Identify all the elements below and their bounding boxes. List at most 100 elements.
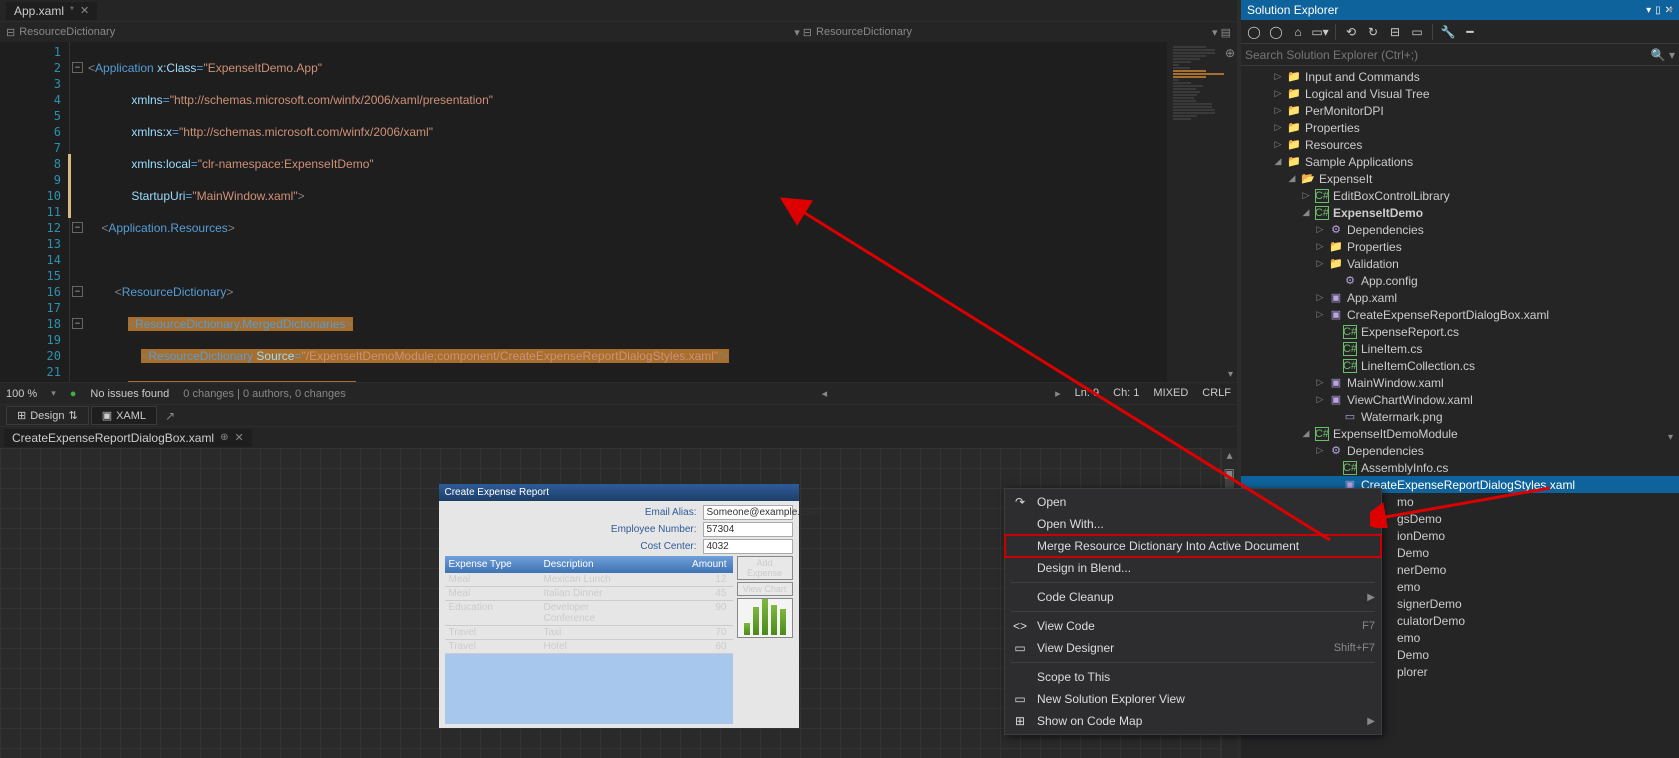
ctx-merge-resource-dictionary[interactable]: Merge Resource Dictionary Into Active Do…	[1005, 535, 1381, 557]
changes-label[interactable]: 0 changes | 0 authors, 0 changes	[183, 388, 345, 400]
tree-item[interactable]: C#LineItemCollection.cs	[1241, 357, 1679, 374]
collapse-icon[interactable]: ⊟	[1386, 23, 1404, 41]
issues-label[interactable]: No issues found	[90, 388, 169, 400]
search-input[interactable]	[1245, 48, 1651, 62]
tree-item[interactable]: ▷⚙Dependencies	[1241, 221, 1679, 238]
solution-search[interactable]: 🔍 ▾	[1241, 44, 1679, 66]
code-content[interactable]: −<Application x:Class="ExpenseItDemo.App…	[70, 42, 1167, 382]
expand-icon[interactable]: ▷	[1273, 88, 1283, 99]
expand-icon[interactable]: ▷	[1273, 105, 1283, 116]
ctx-code-cleanup[interactable]: Code Cleanup▶	[1005, 586, 1381, 608]
indent-mode[interactable]: MIXED	[1153, 387, 1188, 400]
table-row[interactable]: MealItalian Dinner45	[445, 587, 733, 601]
close-icon[interactable]: ✕	[235, 431, 244, 444]
tab-design[interactable]: ⊞ Design ⇅	[6, 406, 89, 425]
tree-item[interactable]: ▷▣MainWindow.xaml	[1241, 374, 1679, 391]
refresh-icon[interactable]: ↻	[1364, 23, 1382, 41]
expand-icon[interactable]: ▷	[1315, 309, 1325, 320]
ctx-view-designer[interactable]: ▭View DesignerShift+F7	[1005, 637, 1381, 659]
table-row[interactable]: TravelHotel60	[445, 640, 733, 654]
popout-icon[interactable]: ↗	[165, 409, 175, 423]
view-chart-button[interactable]: View Chart	[737, 582, 793, 596]
expand-icon[interactable]: ▷	[1273, 139, 1283, 150]
tree-item[interactable]: ▷▣App.xaml	[1241, 289, 1679, 306]
tab-overflow-icon[interactable]: ▾	[1668, 5, 1673, 16]
tree-item[interactable]: ▷⚙Dependencies	[1241, 442, 1679, 459]
expand-icon[interactable]: ▷	[1273, 71, 1283, 82]
tree-item[interactable]: ▷📁Validation	[1241, 255, 1679, 272]
properties-icon[interactable]: 🔧	[1439, 23, 1457, 41]
ctx-code-map[interactable]: ⊞Show on Code Map▶	[1005, 710, 1381, 732]
cc-field[interactable]: 4032	[703, 539, 793, 554]
close-icon[interactable]: ✕	[80, 4, 89, 17]
search-icon[interactable]: 🔍 ▾	[1651, 48, 1675, 62]
expand-icon[interactable]: ▷	[1315, 224, 1325, 235]
tab-dialog-xaml[interactable]: CreateExpenseReportDialogBox.xaml ⊕ ✕	[4, 429, 252, 447]
expand-icon[interactable]: ▷	[1315, 292, 1325, 303]
add-expense-button[interactable]: Add Expense	[737, 556, 793, 580]
ctx-open-with[interactable]: Open With...	[1005, 513, 1381, 535]
ctx-design-blend[interactable]: Design in Blend...	[1005, 557, 1381, 579]
tree-item[interactable]: ▷📁PerMonitorDPI	[1241, 102, 1679, 119]
tree-item[interactable]: ▷📁Resources	[1241, 136, 1679, 153]
pin-icon[interactable]: ⊕	[220, 432, 228, 443]
code-minimap[interactable]: ⊕ ▾	[1167, 42, 1237, 382]
tree-item[interactable]: ◢C#ExpenseItDemo	[1241, 204, 1679, 221]
ctx-scope[interactable]: Scope to This	[1005, 666, 1381, 688]
fwd-icon[interactable]: ◯	[1267, 23, 1285, 41]
expand-icon[interactable]: ▷	[1315, 241, 1325, 252]
chevron-down-icon[interactable]: ▾	[1228, 369, 1233, 380]
breadcrumb-right[interactable]: ▾ ⊟ ResourceDictionary	[794, 26, 912, 39]
tree-item[interactable]: ▷📁Logical and Visual Tree	[1241, 85, 1679, 102]
tree-item[interactable]: ◢📂ExpenseIt	[1241, 170, 1679, 187]
tree-item[interactable]: C#ExpenseReport.cs	[1241, 323, 1679, 340]
line-ending[interactable]: CRLF	[1202, 387, 1231, 400]
tree-item[interactable]: ▷C#EditBoxControlLibrary	[1241, 187, 1679, 204]
expand-icon[interactable]: ▷	[1273, 122, 1283, 133]
switch-view-icon[interactable]: ▭▾	[1311, 23, 1329, 41]
tree-item[interactable]: ▷📁Properties	[1241, 119, 1679, 136]
expand-icon[interactable]: ▷	[1315, 445, 1325, 456]
zoom-level[interactable]: 100 %	[6, 388, 37, 400]
chevron-down-icon[interactable]: ▾ ▤	[1212, 26, 1231, 39]
code-editor[interactable]: 123456789101112131415161718192021 −<Appl…	[0, 42, 1237, 382]
tree-item[interactable]: ▷▣ViewChartWindow.xaml	[1241, 391, 1679, 408]
expand-icon[interactable]: ▷	[1301, 190, 1311, 201]
table-row[interactable]: MealMexican Lunch12	[445, 573, 733, 587]
tree-item[interactable]: C#AssemblyInfo.cs	[1241, 459, 1679, 476]
tree-item[interactable]: ◢C#ExpenseItDemoModule	[1241, 425, 1679, 442]
expand-icon[interactable]: ◢	[1273, 156, 1283, 167]
preview-icon[interactable]: ━	[1461, 23, 1479, 41]
expand-icon[interactable]: ▷	[1315, 258, 1325, 269]
tab-app-xaml[interactable]: App.xaml* ✕	[6, 2, 97, 20]
email-field[interactable]: Someone@example.com	[703, 505, 793, 520]
tree-item[interactable]: ▭Watermark.png	[1241, 408, 1679, 425]
sync-icon[interactable]: ⟲	[1342, 23, 1360, 41]
ctx-open[interactable]: ↷Open	[1005, 491, 1381, 513]
tab-xaml[interactable]: ▣ XAML	[91, 406, 157, 425]
home-icon[interactable]: ⌂	[1289, 23, 1307, 41]
expand-icon[interactable]: ◢	[1287, 173, 1297, 184]
tree-item[interactable]: ▷▣CreateExpenseReportDialogBox.xaml	[1241, 306, 1679, 323]
tab-overflow-icon[interactable]: ▾	[1668, 432, 1673, 443]
tree-item[interactable]: ◢📁Sample Applications	[1241, 153, 1679, 170]
pin-icon[interactable]: ▯	[1655, 5, 1661, 16]
expand-icon[interactable]: ◢	[1301, 428, 1311, 439]
table-row[interactable]: EducationDeveloper Conference90	[445, 601, 733, 626]
ctx-view-code[interactable]: <>View CodeF7	[1005, 615, 1381, 637]
tree-item[interactable]: ▷📁Properties	[1241, 238, 1679, 255]
tree-item[interactable]: ▷📁Input and Commands	[1241, 68, 1679, 85]
breadcrumb-left[interactable]: ⊟ ResourceDictionary	[6, 26, 115, 39]
table-row[interactable]: TravelTaxi70	[445, 626, 733, 640]
expand-icon[interactable]: ▷	[1315, 394, 1325, 405]
expand-icon[interactable]: ◢	[1301, 207, 1311, 218]
empno-field[interactable]: 57304	[703, 522, 793, 537]
show-all-icon[interactable]: ▭	[1408, 23, 1426, 41]
ctx-new-view[interactable]: ▭New Solution Explorer View	[1005, 688, 1381, 710]
tree-item[interactable]: ⚙App.config	[1241, 272, 1679, 289]
view-icon[interactable]: ▣	[1224, 466, 1235, 480]
expand-icon[interactable]: ▷	[1315, 377, 1325, 388]
tree-item[interactable]: C#LineItem.cs	[1241, 340, 1679, 357]
dropdown-icon[interactable]: ▾	[1646, 5, 1651, 16]
back-icon[interactable]: ◯	[1245, 23, 1263, 41]
